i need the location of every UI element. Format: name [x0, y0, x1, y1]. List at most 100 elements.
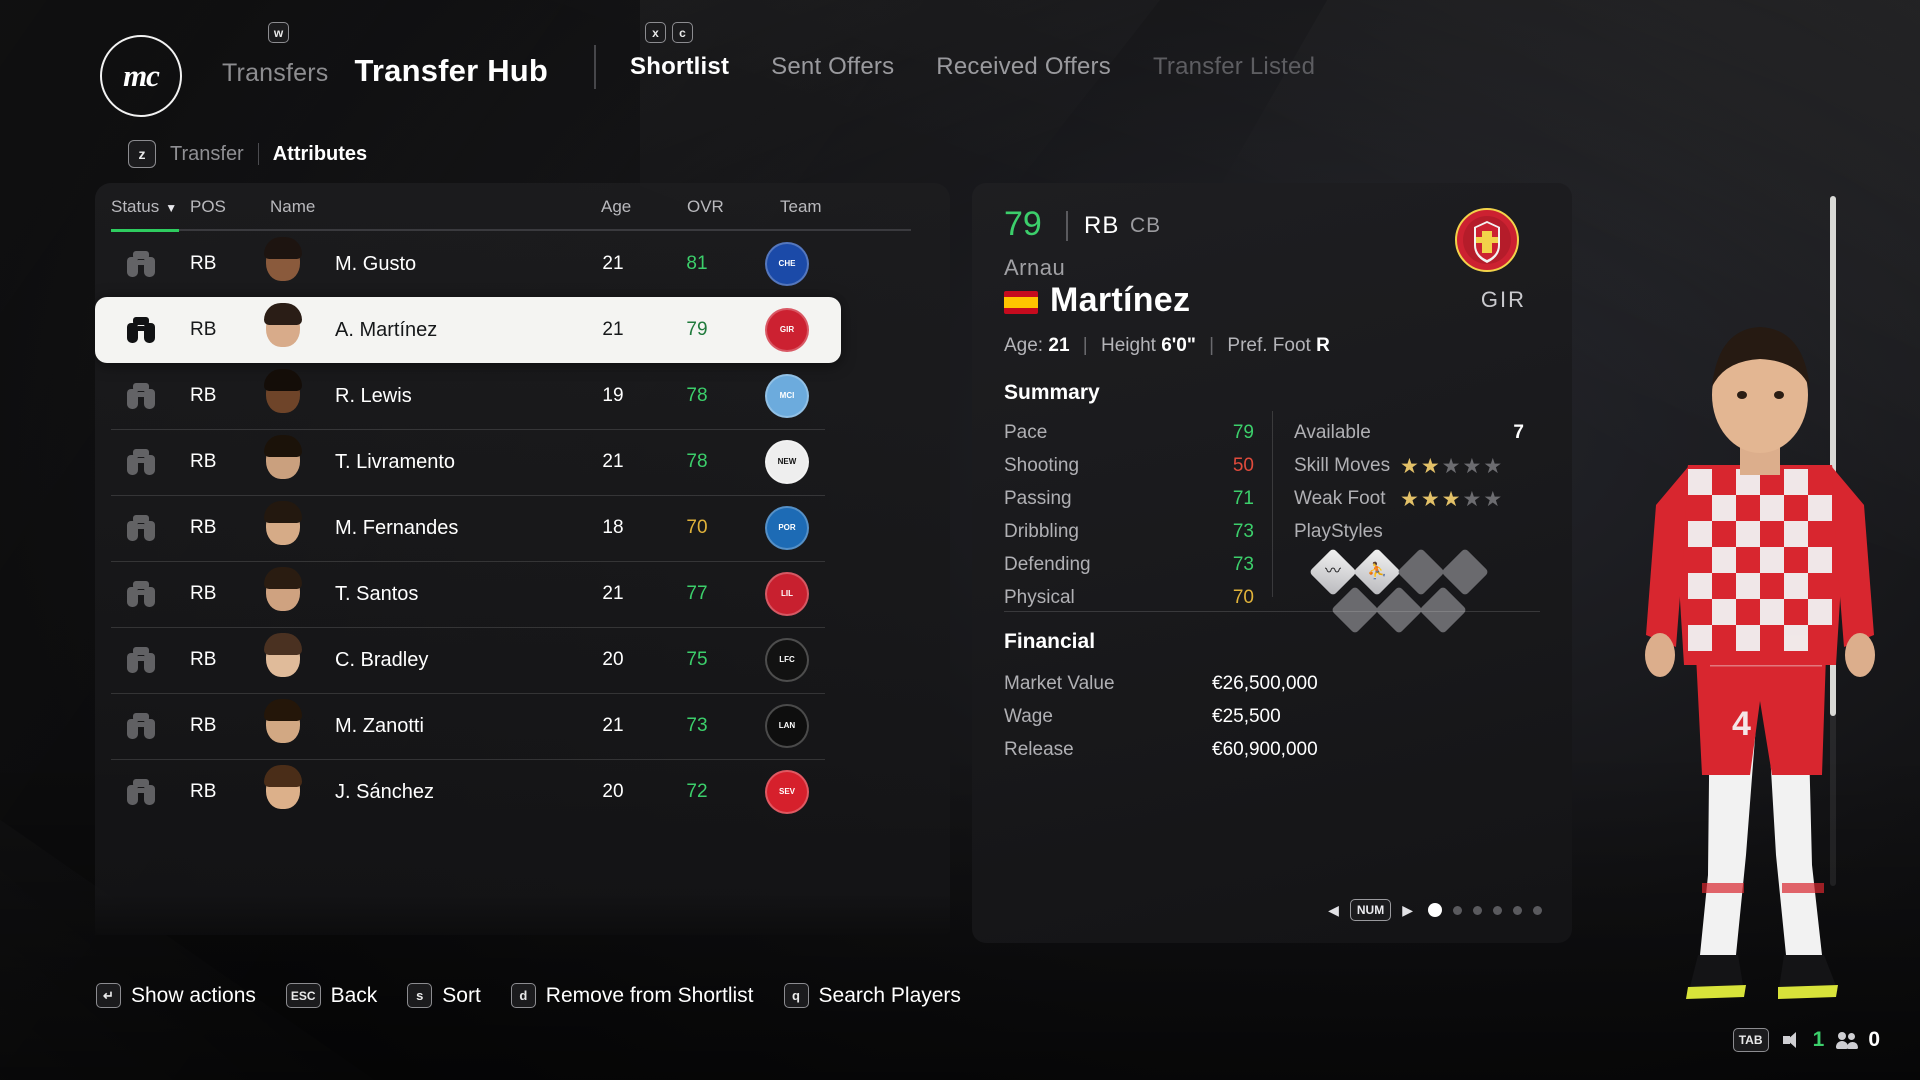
pager-left-arrow[interactable]: ◀	[1328, 902, 1339, 919]
action-hint[interactable]: q Search Players	[783, 983, 961, 1008]
available-value: 7	[1513, 422, 1524, 443]
row-status-cell[interactable]	[111, 581, 171, 607]
binoculars-icon	[126, 251, 156, 277]
row-player-name: M. Fernandes	[335, 516, 459, 539]
detail-position-secondary: CB	[1130, 214, 1162, 237]
row-position: RB	[190, 649, 217, 670]
table-row[interactable]: RB M. Gusto 21 81 CHE	[95, 231, 841, 297]
row-team-crest: POR	[755, 506, 819, 550]
table-row[interactable]: RB A. Martínez 21 79 GIR	[95, 297, 841, 363]
table-row[interactable]: RB M. Fernandes 18 70 POR	[95, 495, 841, 561]
detail-first-name: Arnau	[1004, 255, 1066, 280]
tab-shortlist[interactable]: Shortlist	[630, 53, 729, 81]
row-status-cell[interactable]	[111, 779, 171, 805]
summary-stat-row: Defending 73	[1004, 551, 1254, 584]
weak-foot-row: Weak Foot ★★★★★	[1294, 485, 1524, 518]
action-hint-key: q	[783, 983, 809, 1008]
summary-stat-value: 73	[1232, 554, 1254, 575]
table-row[interactable]: RB J. Sánchez 20 72 SEV	[95, 759, 841, 825]
playstyle-icon-empty	[1330, 585, 1380, 635]
skill-moves-label: Skill Moves	[1294, 455, 1391, 476]
tab-sent-offers[interactable]: Sent Offers	[771, 53, 894, 81]
pager-dot[interactable]	[1493, 905, 1502, 915]
tab-received-offers[interactable]: Received Offers	[936, 53, 1111, 81]
pager-dot[interactable]	[1513, 905, 1522, 915]
svg-text:4: 4	[1732, 705, 1751, 743]
table-row[interactable]: RB T. Livramento 21 78 NEW	[95, 429, 841, 495]
row-age: 21	[602, 253, 624, 274]
row-status-cell[interactable]	[111, 317, 171, 343]
column-header-name[interactable]: Name	[270, 197, 315, 217]
row-age: 18	[602, 517, 624, 538]
financial-divider	[1004, 611, 1540, 612]
key-hint-tab-prev: x	[645, 22, 666, 43]
row-position: RB	[190, 583, 217, 604]
summary-stat-label: Shooting	[1004, 455, 1080, 476]
binoculars-icon	[126, 317, 156, 343]
table-row[interactable]: RB R. Lewis 19 78 MCI	[95, 363, 841, 429]
subtab-divider	[257, 143, 259, 165]
table-row[interactable]: RB M. Zanotti 21 73 LAN	[95, 693, 841, 759]
pager-dot[interactable]	[1473, 905, 1482, 915]
row-status-cell[interactable]	[111, 383, 171, 409]
player-detail-card: 79 RB CB Arnau Martínez Age: 21 | Height…	[972, 183, 1572, 943]
subtab-attributes[interactable]: Attributes	[273, 143, 367, 166]
summary-stat-value: 71	[1232, 488, 1254, 509]
row-age: 19	[602, 385, 624, 406]
row-player-name: M. Zanotti	[335, 714, 424, 737]
action-hint[interactable]: ESC Back	[285, 983, 378, 1008]
spain-flag-icon	[1004, 291, 1038, 314]
column-header-status[interactable]: Status ▼	[111, 197, 177, 217]
bio-foot-value: R	[1316, 335, 1330, 356]
summary-stat-list: Pace 79 Shooting 50 Passing 71 Dribbling 73 Defe…	[1004, 419, 1254, 617]
pager-dot[interactable]	[1453, 905, 1462, 915]
financial-section-title: Financial	[1004, 630, 1096, 653]
playstyle-icon-empty	[1418, 585, 1468, 635]
financial-value: €60,900,000	[1212, 739, 1318, 760]
column-header-team[interactable]: Team	[780, 197, 822, 217]
action-hint-key: ↵	[96, 983, 121, 1008]
pager-key-hint: NUM	[1349, 899, 1392, 921]
action-hint[interactable]: s Sort	[407, 983, 481, 1008]
column-header-pos[interactable]: POS	[190, 197, 226, 217]
action-hint-label: Back	[330, 983, 378, 1007]
playstyle-icon-empty	[1396, 547, 1446, 597]
row-player-name: T. Santos	[335, 582, 419, 605]
financial-list: Market Value €26,500,000 Wage €25,500 Releas…	[1004, 670, 1364, 769]
row-age: 21	[602, 451, 624, 472]
row-status-cell[interactable]	[111, 713, 171, 739]
column-header-ovr[interactable]: OVR	[687, 197, 724, 217]
detail-ovr-divider	[1066, 211, 1068, 241]
row-position: RB	[190, 385, 217, 406]
column-header-age[interactable]: Age	[601, 197, 631, 217]
row-team-crest: CHE	[755, 242, 819, 286]
pager-dot[interactable]	[1428, 903, 1442, 917]
pager-dot[interactable]	[1533, 905, 1542, 915]
summary-stat-value: 50	[1232, 455, 1254, 476]
skill-moves-stars: ★★★★★	[1400, 455, 1505, 478]
table-row[interactable]: RB C. Bradley 20 75 LFC	[95, 627, 841, 693]
available-label: Available	[1294, 422, 1371, 443]
financial-label: Market Value	[1004, 673, 1115, 694]
action-hint[interactable]: ↵ Show actions	[96, 983, 256, 1008]
row-status-cell[interactable]	[111, 449, 171, 475]
pager-right-arrow[interactable]: ▶	[1402, 902, 1413, 919]
hud-messages[interactable]: 1	[1781, 1028, 1824, 1052]
summary-stat-row: Dribbling 73	[1004, 518, 1254, 551]
table-row[interactable]: RB T. Santos 21 77 LIL	[95, 561, 841, 627]
club-logo-mark: mc	[123, 58, 160, 93]
financial-label: Release	[1004, 739, 1074, 760]
hud-squad[interactable]: 0	[1836, 1028, 1880, 1052]
row-position: RB	[190, 517, 217, 538]
row-status-cell[interactable]	[111, 515, 171, 541]
row-status-cell[interactable]	[111, 647, 171, 673]
action-hint[interactable]: d Remove from Shortlist	[510, 983, 754, 1008]
subtab-transfer[interactable]: Transfer	[170, 143, 244, 166]
row-status-cell[interactable]	[111, 251, 171, 277]
summary-stat-label: Physical	[1004, 587, 1075, 608]
bio-age-value: 21	[1048, 335, 1070, 356]
breadcrumb-parent[interactable]: Transfers	[222, 59, 328, 88]
player-render: 4	[1645, 327, 1875, 999]
summary-stat-row: Physical 70	[1004, 584, 1254, 617]
summary-stat-label: Passing	[1004, 488, 1072, 509]
